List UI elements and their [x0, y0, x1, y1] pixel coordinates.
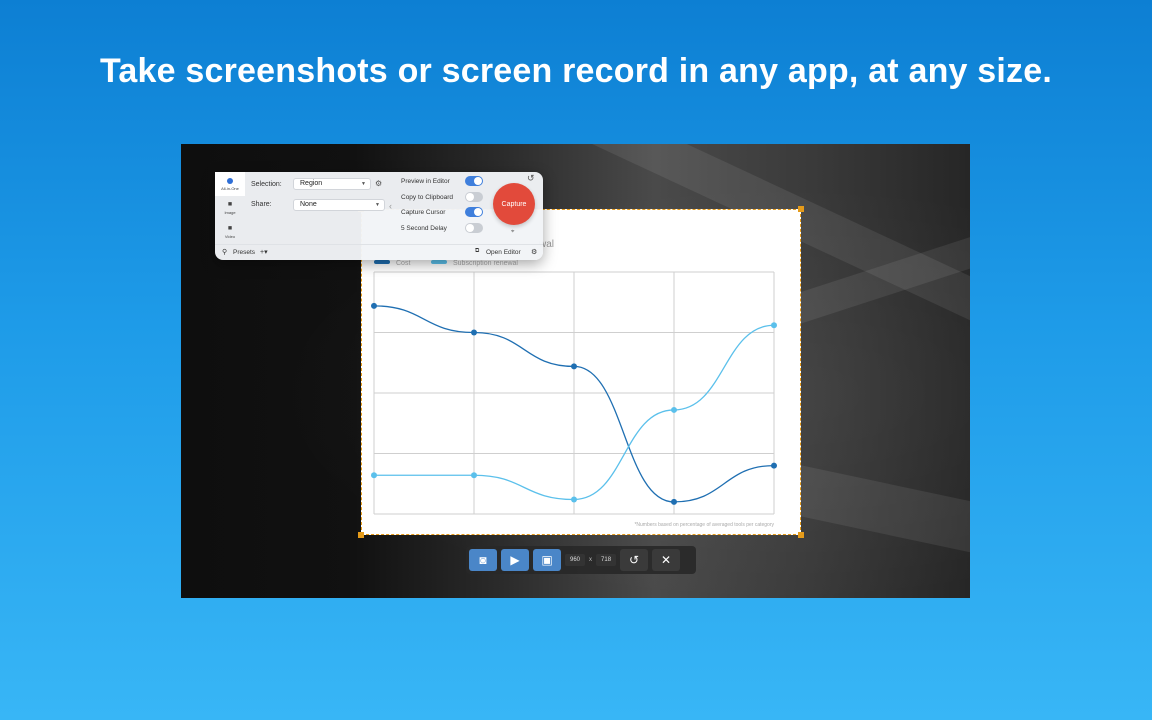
- data-point: [671, 406, 677, 413]
- width-field[interactable]: 960: [565, 554, 586, 566]
- chart-footnote: *Numbers based on percentage of averaged…: [634, 522, 774, 528]
- screen-stage: wal Cost Subscription renewal *Numbers base…: [181, 144, 970, 598]
- option-label: Capture Cursor: [401, 208, 446, 216]
- data-point: [571, 496, 577, 503]
- capture-button[interactable]: Capture: [493, 183, 535, 225]
- legend-swatch: [431, 260, 447, 264]
- panel-footer: ⚲ Presets +▾ ⧉ Open Editor ⚙: [215, 244, 543, 260]
- option-label: Preview in Editor: [401, 177, 450, 185]
- cursor-icon: ⌖: [511, 229, 515, 235]
- video-icon: ▶: [510, 553, 520, 567]
- option-label: Copy to Clipboard: [401, 193, 454, 201]
- data-point: [571, 363, 577, 370]
- share-label: Share:: [251, 201, 272, 208]
- height-field[interactable]: 718: [596, 554, 617, 566]
- gear-icon[interactable]: ⚙: [531, 248, 537, 256]
- clipboard-toggle[interactable]: [465, 192, 483, 202]
- headline: Take screenshots or screen record in any…: [99, 52, 1053, 90]
- close-button[interactable]: ✕: [652, 549, 681, 571]
- option-label: 5 Second Delay: [401, 224, 447, 232]
- data-point: [771, 462, 777, 469]
- reset-icon: ↺: [629, 553, 640, 567]
- record-video-button[interactable]: ▶: [501, 549, 529, 571]
- option-copy-to-clipboard: Copy to Clipboard: [401, 192, 483, 202]
- camera-icon: ◙: [479, 553, 487, 567]
- preview-toggle[interactable]: [465, 176, 483, 186]
- collapse-chevron-icon[interactable]: ‹: [389, 201, 392, 211]
- add-preset-icon[interactable]: +▾: [260, 248, 268, 256]
- gear-icon[interactable]: ⚙: [375, 179, 382, 188]
- mode-video[interactable]: ■ Video: [215, 220, 245, 244]
- dimension-separator: x: [589, 557, 593, 563]
- close-icon: ✕: [661, 553, 672, 567]
- option-5-second-delay: 5 Second Delay: [401, 223, 483, 233]
- delay-toggle[interactable]: [465, 223, 483, 233]
- panoramic-capture-button[interactable]: ▣: [533, 549, 561, 571]
- share-value: None: [300, 201, 317, 208]
- reset-button[interactable]: ↺: [620, 549, 649, 571]
- option-capture-cursor: Capture Cursor: [401, 207, 483, 217]
- camera-icon: ■: [227, 201, 233, 208]
- presets-icon: ⚲: [222, 249, 228, 256]
- open-editor-icon: ⧉: [475, 248, 480, 254]
- mode-image[interactable]: ■ Image: [215, 196, 245, 220]
- chevron-down-icon: ▼: [375, 202, 380, 208]
- mode-label: Image: [224, 210, 236, 215]
- legend-label: Cost: [396, 260, 410, 267]
- all-in-one-icon: [227, 177, 233, 184]
- data-point: [471, 329, 477, 336]
- mode-label: All-in-One: [221, 185, 239, 191]
- legend-swatch: [374, 260, 390, 264]
- mode-all-in-one[interactable]: All-in-One: [215, 172, 245, 196]
- screenshot-button[interactable]: ◙: [469, 549, 497, 571]
- data-point: [671, 498, 677, 505]
- selection-value: Region: [300, 180, 323, 187]
- share-dropdown[interactable]: None ▼: [293, 199, 385, 211]
- selection-dropdown[interactable]: Region ▼: [293, 178, 371, 190]
- data-point: [371, 472, 377, 479]
- mode-list: All-in-One ■ Image ■ Video: [215, 172, 245, 244]
- video-icon: ■: [227, 225, 233, 232]
- legend-label: Subscription renewal: [453, 260, 518, 267]
- data-point: [471, 472, 477, 479]
- capture-toolbar: ◙ ▶ ▣ 960 x 718 ↺ ✕: [466, 546, 696, 574]
- selection-label: Selection:: [251, 181, 282, 188]
- capture-panel: All-in-One ■ Image ■ Video Selection: Re…: [215, 172, 543, 260]
- capture-label: Capture: [501, 200, 527, 208]
- chevron-down-icon: ▼: [361, 181, 366, 187]
- mode-label: Video: [224, 234, 236, 239]
- panoramic-icon: ▣: [541, 553, 553, 567]
- cursor-toggle[interactable]: [465, 207, 483, 217]
- data-point: [771, 322, 777, 329]
- option-preview-in-editor: Preview in Editor: [401, 176, 483, 186]
- presets-button[interactable]: Presets: [233, 249, 255, 256]
- open-editor-button[interactable]: Open Editor: [486, 249, 521, 256]
- reset-icon[interactable]: ↺: [527, 173, 535, 184]
- data-point: [371, 302, 377, 309]
